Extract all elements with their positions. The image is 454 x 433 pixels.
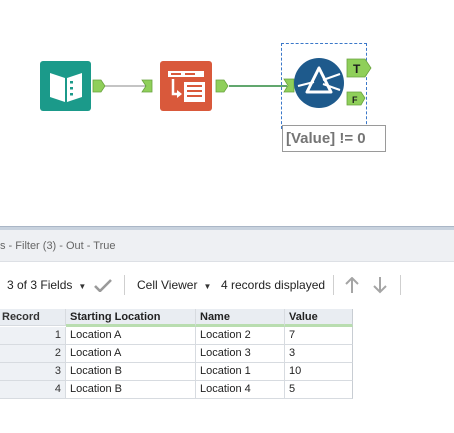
value-cell[interactable]: 5 — [285, 381, 353, 399]
records-displayed: 4 records displayed — [221, 278, 326, 292]
fields-dropdown-label: 3 of 3 Fields — [7, 278, 73, 292]
starting-location-cell[interactable]: Location A — [66, 345, 196, 363]
select-output-anchor[interactable] — [215, 79, 229, 93]
arrow-up-icon[interactable] — [344, 277, 360, 294]
toolbar-separator — [333, 275, 334, 295]
filter-input-anchor[interactable] — [283, 78, 295, 93]
filter-false-label: F — [352, 95, 358, 105]
value-cell[interactable]: 10 — [285, 363, 353, 381]
toolbar-separator — [124, 275, 125, 295]
input-tool-body — [40, 61, 91, 111]
filter-tool[interactable]: T F — [283, 55, 375, 117]
cell-viewer-label: Cell Viewer — [137, 278, 198, 292]
workflow-canvas[interactable]: T F [Value] != 0 — [0, 0, 454, 226]
results-toolbar: 3 of 3 Fields ▼ Cell Viewer ▼ 4 records di… — [0, 266, 454, 304]
apply-check-icon[interactable] — [94, 279, 112, 292]
name-cell[interactable]: Location 1 — [196, 363, 285, 381]
table-row[interactable]: 2 Location A Location 3 3 — [0, 345, 354, 363]
cell-viewer-dropdown[interactable]: Cell Viewer ▼ — [137, 266, 211, 304]
toolbar-separator — [400, 275, 401, 295]
chevron-down-icon: ▼ — [203, 282, 212, 291]
value-cell[interactable]: 7 — [285, 327, 353, 345]
column-header-record[interactable]: Record — [0, 309, 66, 326]
value-cell[interactable]: 3 — [285, 345, 353, 363]
chevron-down-icon: ▼ — [78, 282, 87, 291]
select-input-anchor[interactable] — [141, 79, 153, 93]
input-output-anchor[interactable] — [92, 79, 106, 93]
starting-location-cell[interactable]: Location A — [66, 327, 196, 345]
input-tool[interactable] — [40, 61, 106, 113]
arrow-down-icon[interactable] — [372, 277, 388, 294]
fields-dropdown[interactable]: 3 of 3 Fields ▼ — [7, 266, 86, 304]
record-number: 3 — [0, 363, 66, 381]
name-cell[interactable]: Location 2 — [196, 327, 285, 345]
name-cell[interactable]: Location 4 — [196, 381, 285, 399]
name-cell[interactable]: Location 3 — [196, 345, 285, 363]
table-row[interactable]: 1 Location A Location 2 7 — [0, 327, 354, 345]
record-number: 4 — [0, 381, 66, 399]
record-number: 1 — [0, 327, 66, 345]
starting-location-cell[interactable]: Location B — [66, 381, 196, 399]
filter-expression-annotation: [Value] != 0 — [282, 125, 386, 152]
filter-true-label: T — [353, 62, 361, 76]
header-row: Record Starting Location Name Value — [0, 309, 354, 327]
table-row[interactable]: 4 Location B Location 4 5 — [0, 381, 354, 399]
select-tool[interactable] — [141, 61, 231, 113]
filter-tool-body — [294, 58, 344, 108]
record-number: 2 — [0, 345, 66, 363]
column-header-name[interactable]: Name — [196, 309, 285, 327]
column-header-starting-location[interactable]: Starting Location — [66, 309, 196, 327]
results-title: s - Filter (3) - Out - True — [0, 230, 454, 262]
connections — [104, 85, 287, 87]
starting-location-cell[interactable]: Location B — [66, 363, 196, 381]
table-row[interactable]: 3 Location B Location 1 10 — [0, 363, 354, 381]
column-header-value[interactable]: Value — [285, 309, 353, 327]
